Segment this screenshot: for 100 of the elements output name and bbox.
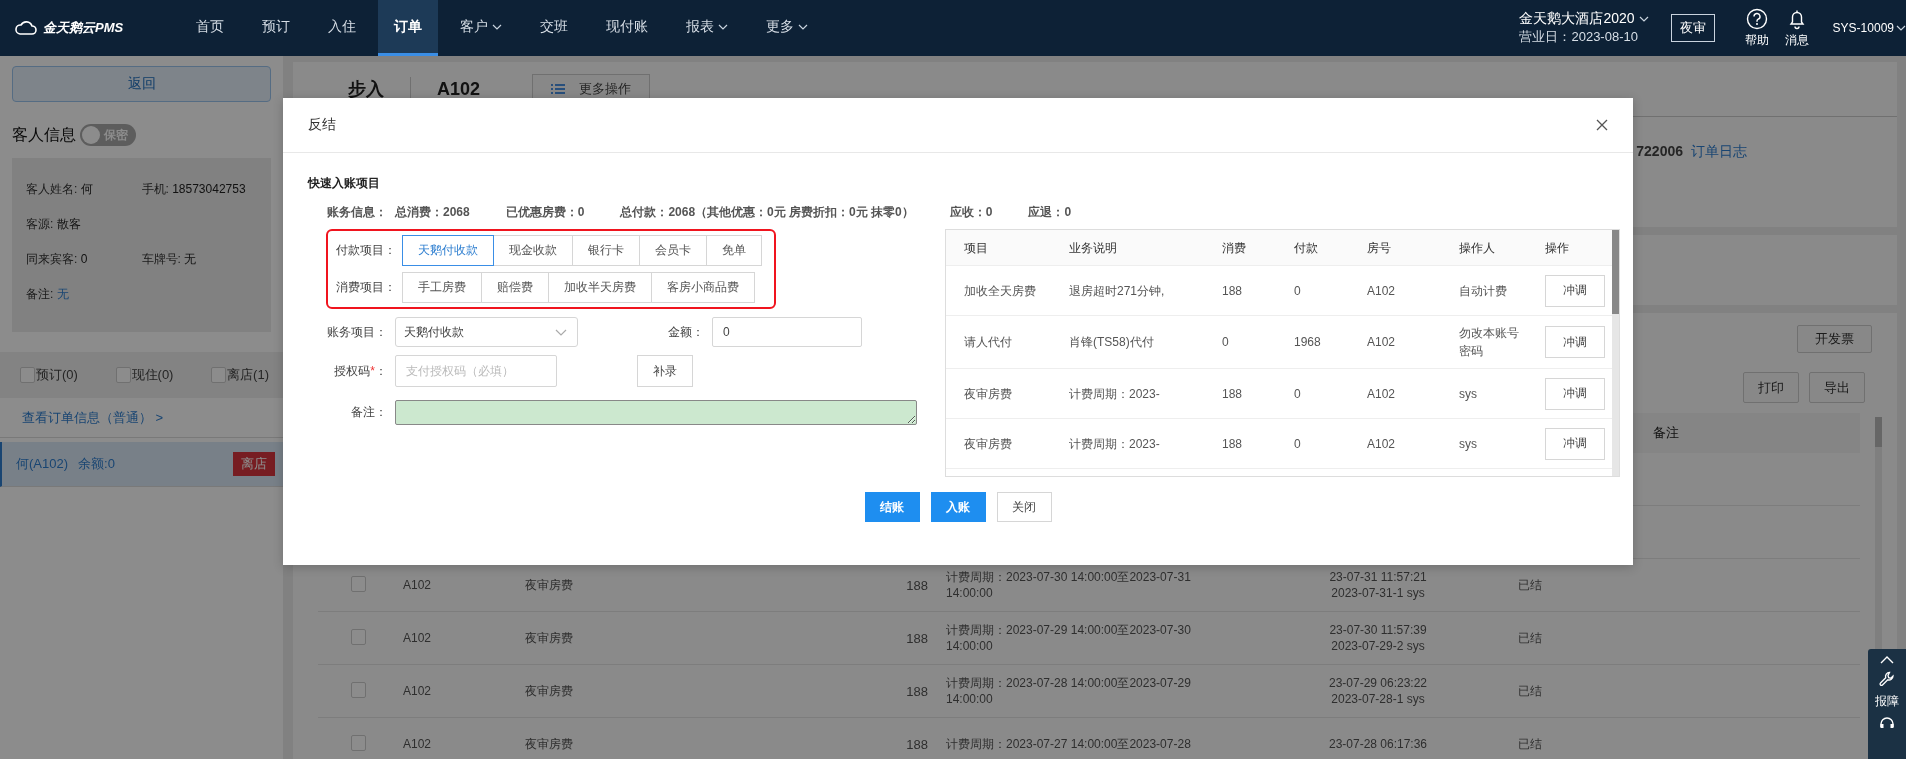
field-label: 金额： xyxy=(667,323,705,341)
nav-tab[interactable]: 交班 xyxy=(524,0,584,56)
nav-tab[interactable]: 订单 xyxy=(378,0,438,56)
option-button[interactable]: 银行卡 xyxy=(572,235,640,266)
table-cell-text: 加收全天房费 xyxy=(963,282,1037,300)
checkbox[interactable] xyxy=(211,367,227,383)
table-cell-text: 请人代付 xyxy=(963,334,1013,351)
table-cell-text: 肖锋(TS58)代付 xyxy=(1068,334,1155,351)
wrench-icon[interactable] xyxy=(1879,671,1895,687)
table-cell-text: sys xyxy=(1458,385,1478,403)
nav-tab[interactable]: 更多 xyxy=(750,0,824,56)
checkbox[interactable] xyxy=(350,681,366,698)
summary-text: 应退：0 xyxy=(1028,204,1072,221)
summary-text: 应收：0 xyxy=(949,204,993,221)
column-header: 房号 xyxy=(1366,239,1392,257)
user-menu[interactable]: SYS-10009 xyxy=(1824,21,1906,35)
table-cell-text: A102 xyxy=(1366,435,1397,453)
column-header: 付款 xyxy=(1293,239,1319,257)
table-cell-text: A102 xyxy=(402,684,433,698)
checkbox[interactable] xyxy=(350,628,366,645)
nav-tab[interactable]: 首页 xyxy=(180,0,240,56)
chevron-up-icon[interactable] xyxy=(1879,655,1895,665)
dialog-button[interactable]: 关闭 xyxy=(996,492,1052,522)
nav-tab[interactable]: 预订 xyxy=(246,0,306,56)
table-cell-text: 23-07-31 11:57:21 2023-07-31-1 sys xyxy=(1328,569,1428,601)
table-cell-text: 1968 xyxy=(1293,334,1322,351)
remark-field[interactable] xyxy=(395,400,917,425)
table-cell-text: 0 xyxy=(1293,385,1302,403)
adjust-button[interactable]: 冲调 xyxy=(1545,326,1605,358)
option-button[interactable]: 手工房费 xyxy=(402,272,482,303)
field-label: 消费项目： xyxy=(336,279,396,296)
option-button[interactable]: 客房小商品费 xyxy=(651,272,755,303)
table-cell-text: A102 xyxy=(1366,282,1397,300)
table-cell-text: A102 xyxy=(402,737,433,751)
summary-text: 总消费：2068 xyxy=(395,204,470,221)
table-cell-text: 188 xyxy=(905,630,929,646)
table-cell-text: 0 xyxy=(1293,435,1302,453)
option-button[interactable]: 现金收款 xyxy=(493,235,573,266)
table-cell-text: 计费周期：2023-07-28 14:00:00至2023-07-29 14:00:00 xyxy=(945,675,1192,707)
column-header: 项目 xyxy=(963,239,989,257)
checkbox[interactable] xyxy=(350,575,366,592)
hotel-selector[interactable]: 金天鹅大酒店2020 xyxy=(1519,10,1649,28)
help-button[interactable]: 帮助 xyxy=(1744,7,1769,49)
option-button[interactable]: 加收半天房费 xyxy=(548,272,652,303)
table-cell-text: 188 xyxy=(1221,385,1244,403)
guest-field: 备注: 无 xyxy=(26,286,142,303)
table-cell-text: 23-07-28 06:17:36 xyxy=(1327,736,1429,752)
table-cell-text: 夜审房费 xyxy=(963,435,1013,453)
nav-tab[interactable]: 报表 xyxy=(670,0,744,56)
table-cell-text: 23-07-30 11:57:39 2023-07-29-2 sys xyxy=(1328,622,1428,654)
caret-icon xyxy=(1896,25,1906,31)
toolbar-button[interactable]: 打印 xyxy=(1743,372,1799,403)
toolbar-button[interactable]: 导出 xyxy=(1809,372,1865,403)
guest-field: 同来宾客: 0 xyxy=(26,251,142,268)
option-button[interactable]: 会员卡 xyxy=(639,235,707,266)
column-header: 消费 xyxy=(1221,239,1247,257)
table-cell-text: 0 xyxy=(1293,282,1302,300)
guest-room: 何(A102) xyxy=(16,455,69,473)
invoice-button[interactable]: 开发票 xyxy=(1797,325,1872,353)
table-cell-text: A102 xyxy=(402,578,433,592)
order-number: 722006 xyxy=(1636,143,1683,161)
checkbox[interactable] xyxy=(20,367,35,383)
order-status: 步入 xyxy=(348,78,384,101)
auth-code-field[interactable]: 支付授权码（必填） xyxy=(395,355,557,387)
amount-field[interactable]: 0 xyxy=(712,317,862,347)
option-button[interactable]: 赔偿费 xyxy=(481,272,549,303)
adjust-button[interactable]: 冲调 xyxy=(1545,274,1605,307)
filter-label: 现住(0) xyxy=(131,366,174,384)
headset-icon[interactable] xyxy=(1879,716,1895,728)
checkbox[interactable] xyxy=(350,734,366,751)
business-date: 营业日：2023-08-10 xyxy=(1519,28,1638,46)
account-item-select[interactable]: 天鹅付收款 xyxy=(395,317,578,347)
nav-tab[interactable]: 入住 xyxy=(312,0,372,56)
guest-field: 客人姓名: 何 xyxy=(26,181,142,198)
supplement-button[interactable]: 补录 xyxy=(637,355,693,387)
option-button[interactable]: 天鹅付收款 xyxy=(402,235,494,266)
adjust-button[interactable]: 冲调 xyxy=(1545,427,1605,460)
nav-tab[interactable]: 现付账 xyxy=(590,0,664,56)
help-icon xyxy=(1745,7,1768,30)
table-cell-text: A102 xyxy=(1366,385,1397,403)
guest-field: 车牌号: 无 xyxy=(141,251,257,268)
messages-button[interactable]: 消息 xyxy=(1784,7,1809,49)
table-cell-text: 已结 xyxy=(1517,735,1543,753)
table-cell-text: 夜审房费 xyxy=(524,629,574,647)
table-cell-text: 188 xyxy=(1221,282,1244,300)
filter-label: 离店(1) xyxy=(227,366,269,384)
nav-tab[interactable]: 客户 xyxy=(444,0,518,56)
adjust-button[interactable]: 冲调 xyxy=(1545,377,1605,410)
column-header: 操作人 xyxy=(1458,239,1496,257)
table-cell-text: 计费周期：2023-07-30 14:00:00至2023-07-31 14:00:00 xyxy=(945,569,1192,601)
night-audit-button[interactable]: 夜审 xyxy=(1670,14,1715,42)
cloud-icon xyxy=(14,20,38,36)
toolbar-label[interactable]: 报障 xyxy=(1875,693,1899,710)
option-button[interactable]: 免单 xyxy=(706,235,762,266)
checkbox[interactable] xyxy=(115,367,131,383)
table-cell-text: 0 xyxy=(1221,334,1230,351)
field-label: 授权码*： xyxy=(333,362,388,380)
status-badge: 离店 xyxy=(233,452,275,476)
close-icon[interactable] xyxy=(1596,119,1608,131)
table-cell-text: 夜审房费 xyxy=(524,735,574,753)
